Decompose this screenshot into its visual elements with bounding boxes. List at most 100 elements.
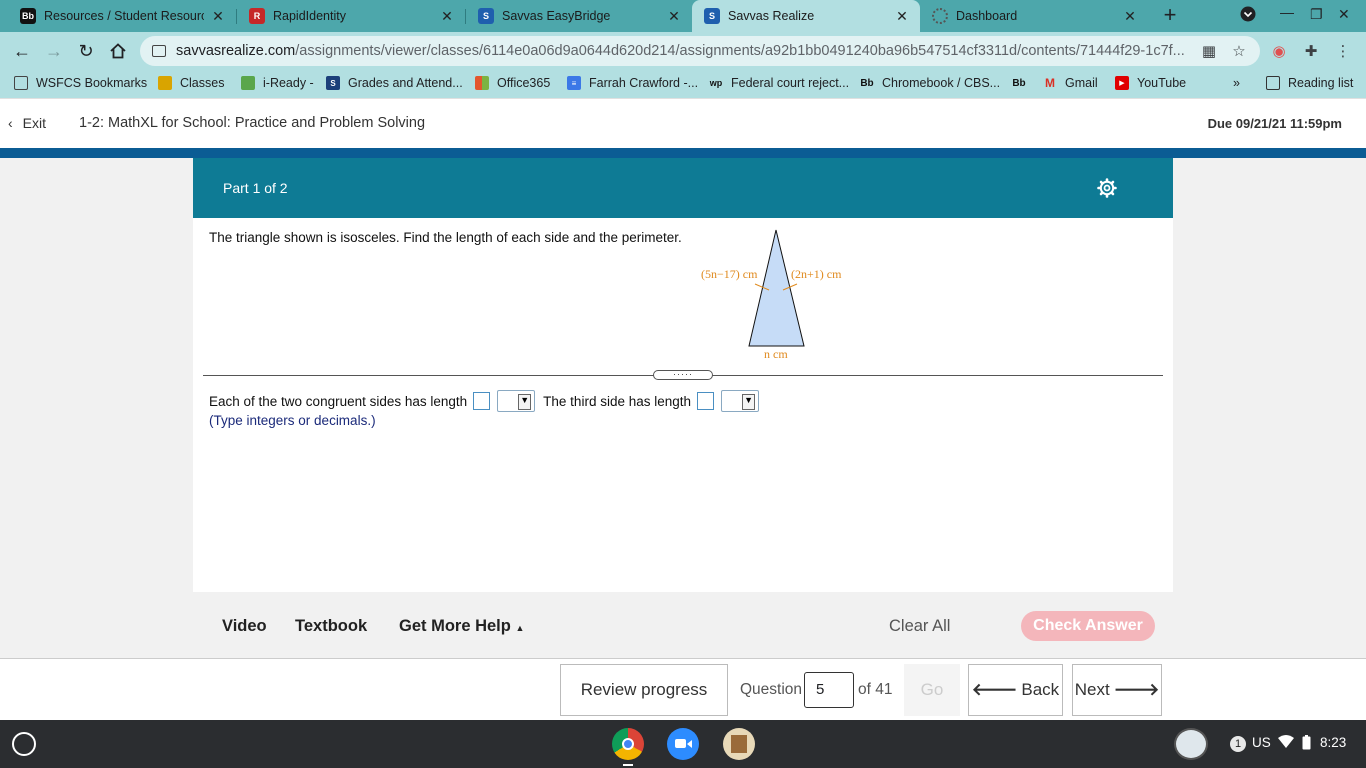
tab-dashboard[interactable]: Dashboard ✕ [920,0,1148,32]
savvas-icon: S [704,8,720,24]
help-bar: Video Textbook Get More Help ▲ Clear All… [193,592,1173,658]
reading-list-button[interactable]: Reading list [1266,76,1353,90]
third-side-input[interactable] [697,392,715,410]
bookmark-grades[interactable]: S Grades and Attend... [326,76,463,90]
exit-button[interactable]: ‹ Exit [8,115,46,131]
question-number-input[interactable]: 5 [804,672,854,708]
launcher-icon[interactable] [12,732,36,756]
congruent-side-unit-dropdown[interactable]: ▼ [497,390,536,412]
browser-toolbar: ← → ↻ savvasrealize.com/assignments/view… [0,32,1366,70]
due-date: Due 09/21/21 11:59pm [1207,116,1342,131]
clear-all-button[interactable]: Clear All [889,617,950,636]
tab-rapididentity[interactable]: R RapidIdentity ✕ [237,0,465,32]
screencastify-icon[interactable]: ◉ [1270,42,1288,60]
review-progress-button[interactable]: Review progress [560,664,728,716]
go-button[interactable]: Go [904,664,960,716]
bookmark-federal[interactable]: wp Federal court reject... [709,76,849,90]
tab-title: Savvas Realize [728,9,815,23]
answer-prompt-1: Each of the two congruent sides has leng… [209,393,468,409]
tab-title: Resources / Student Resources [44,9,204,23]
browser-tab-strip: Bb Resources / Student Resources ✕ R Rap… [0,0,1366,32]
minimize-icon[interactable]: — [1280,4,1294,20]
address-bar[interactable]: savvasrealize.com/assignments/viewer/cla… [140,36,1260,66]
close-window-icon[interactable]: ✕ [1338,6,1350,23]
menu-dots-icon[interactable]: ⋮ [1334,42,1352,60]
bookmark-chromebook[interactable]: Bb Chromebook / CBS... [860,76,1000,90]
assignment-title: 1-2: MathXL for School: Practice and Pro… [79,115,426,131]
gmail-icon: M [1045,76,1055,90]
home-icon[interactable] [106,39,130,63]
third-side-unit-dropdown[interactable]: ▼ [721,390,760,412]
clock[interactable]: 8:23 [1320,735,1346,750]
wifi-icon[interactable] [1278,735,1294,752]
qr-code-icon[interactable]: ▦ [1200,42,1218,60]
bookmark-blackboard[interactable]: Bb [1012,76,1034,90]
bookmark-label: Federal court reject... [731,76,850,90]
resize-handle[interactable]: ····· [653,370,713,380]
arrow-left-icon: 🡐 [971,680,1018,699]
congruent-side-input[interactable] [473,392,491,410]
next-label: Next [1074,680,1110,699]
restore-icon[interactable]: ❐ [1310,6,1323,23]
forward-arrow-icon[interactable]: → [42,39,66,63]
battery-icon[interactable] [1302,735,1311,753]
chrome-icon[interactable] [612,728,644,760]
textbook-button[interactable]: Textbook [295,617,367,636]
close-icon[interactable]: ✕ [439,8,455,24]
close-icon[interactable]: ✕ [666,8,682,24]
office-icon [475,76,489,90]
chromeos-shelf: 1 US 8:23 [0,720,1366,768]
bookmark-iready[interactable]: i-Ready - [241,76,314,90]
bookmark-label: Classes [180,76,225,90]
triangle-shape [748,229,805,347]
ime-indicator[interactable]: US [1252,735,1271,750]
bookmark-wsfcs[interactable]: WSFCS Bookmarks [14,76,147,90]
new-tab-button[interactable]: + [1158,4,1182,28]
brand-bar [0,148,1366,158]
bookmark-label: YouTube [1137,76,1187,90]
reload-icon[interactable]: ↻ [74,39,98,63]
tab-easybridge[interactable]: S Savvas EasyBridge ✕ [466,0,692,32]
right-side-label: (2n+1) cm [791,267,842,281]
gear-icon[interactable] [1097,178,1117,198]
app-shortcut-icon[interactable] [723,728,755,760]
extensions-icon[interactable]: ✚ [1302,42,1320,60]
video-button[interactable]: Video [222,617,267,636]
classes-icon [158,76,172,90]
bookmark-classes[interactable]: Classes [158,76,224,90]
more-bookmarks-button[interactable]: » [1233,76,1240,90]
blackboard-icon: Bb [1012,77,1026,89]
notification-badge[interactable]: 1 [1230,736,1246,752]
blackboard-icon: Bb [20,8,36,24]
question-navigation: Review progress Question 5 of 41 Go 🡐 Ba… [0,658,1366,720]
back-button[interactable]: 🡐 Back [968,664,1063,716]
tab-search-icon[interactable] [1240,6,1256,25]
savvas-icon: S [478,8,494,24]
close-icon[interactable]: ✕ [1122,8,1138,24]
loading-icon [932,8,948,24]
bookmark-office365[interactable]: Office365 [475,76,550,90]
get-more-help-button[interactable]: Get More Help ▲ [399,617,524,636]
bookmark-star-icon[interactable]: ☆ [1230,42,1248,60]
close-icon[interactable]: ✕ [894,8,910,24]
url-path: /assignments/viewer/classes/6114e0a06d9a… [295,43,1185,59]
user-avatar[interactable] [1174,728,1208,760]
blackboard-icon: Bb [860,77,874,89]
youtube-icon: ▶ [1115,76,1129,90]
tab-title: RapidIdentity [273,9,346,23]
close-icon[interactable]: ✕ [210,8,226,24]
check-answer-button[interactable]: Check Answer [1021,611,1155,641]
bookmark-label: Office365 [497,76,551,90]
bookmark-gmail[interactable]: M Gmail [1043,76,1098,90]
bookmark-farrah[interactable]: ≡ Farrah Crawford -... [567,76,698,90]
answer-row: Each of the two congruent sides has leng… [209,390,767,412]
question-total: of 41 [858,681,893,698]
next-button[interactable]: Next 🡒 [1072,664,1162,716]
site-info-icon[interactable] [152,45,166,57]
bookmark-label: Farrah Crawford -... [589,76,699,90]
back-arrow-icon[interactable]: ← [10,39,34,63]
zoom-icon[interactable] [667,728,699,760]
tab-resources[interactable]: Bb Resources / Student Resources ✕ [8,0,236,32]
bookmark-youtube[interactable]: ▶ YouTube [1115,76,1186,90]
tab-savvas-realize[interactable]: S Savvas Realize ✕ [692,0,920,32]
